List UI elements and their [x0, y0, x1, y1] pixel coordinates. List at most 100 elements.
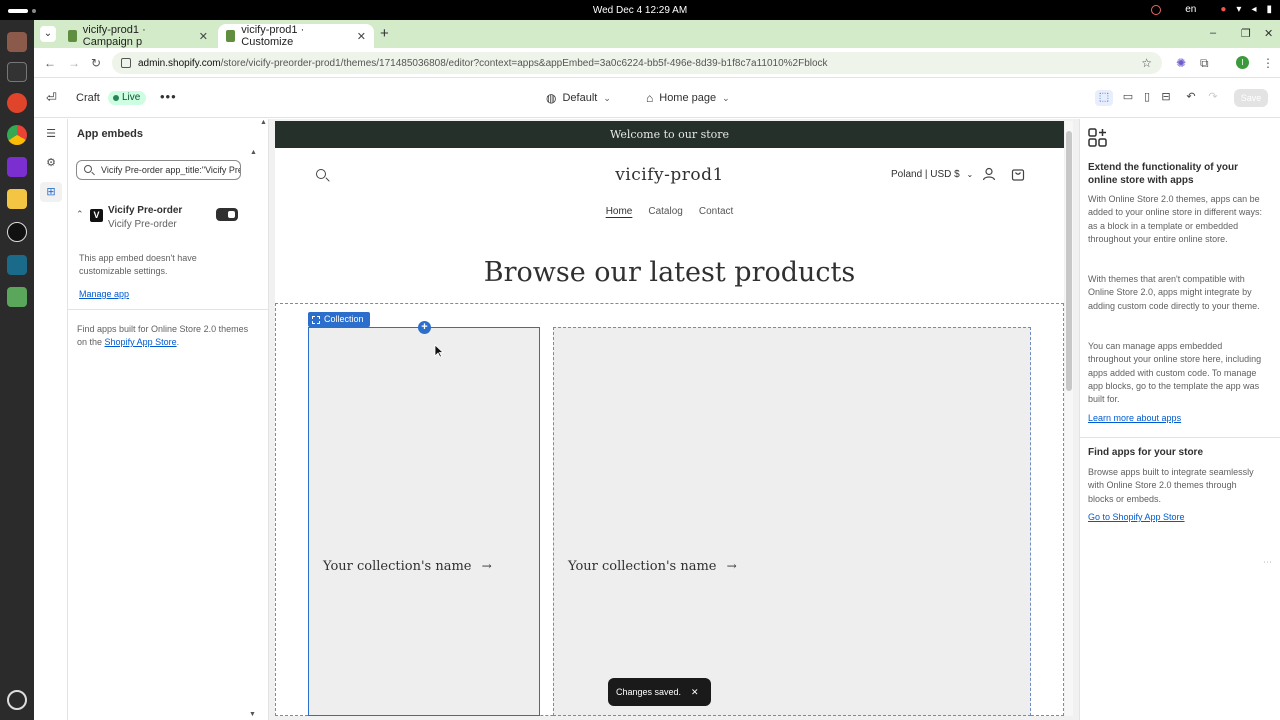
app-embeds-info-panel: Extend the functionality of your online …	[1079, 119, 1280, 720]
postman-app-icon[interactable]	[7, 93, 27, 113]
app-embeds-icon[interactable]: ⊞	[40, 182, 62, 202]
restore-window-icon[interactable]: ❐	[1241, 27, 1251, 40]
scroll-down-arrow-icon[interactable]: ▼	[249, 711, 256, 718]
close-toast-icon[interactable]: ✕	[691, 678, 699, 706]
nav-home[interactable]: Home	[606, 206, 633, 217]
tab-search-chevron-icon[interactable]: ⌄	[40, 26, 56, 42]
chrome-app-icon[interactable]	[7, 125, 27, 145]
list-scroll-up-icon[interactable]: ▲	[250, 149, 257, 156]
store-preview[interactable]: Welcome to our store vicify-prod1 Poland…	[275, 121, 1064, 716]
browser-tab-customize[interactable]: vicify-prod1 · Customize ✕	[218, 24, 374, 48]
arrow-right-icon: →	[481, 559, 492, 573]
url-host: admin.shopify.com	[138, 57, 221, 69]
browser-menu-icon[interactable]: ⋮	[1262, 56, 1274, 70]
divider	[1080, 437, 1280, 438]
sections-icon[interactable]: ☰	[40, 124, 62, 144]
undo-icon[interactable]: ↶	[1182, 90, 1200, 106]
app-embed-search-input[interactable]: Vicify Pre-order app_title:"Vicify Pre-o…	[76, 160, 241, 180]
ubuntu-dock	[0, 20, 34, 720]
info-paragraph: You can manage apps embedded throughout …	[1088, 341, 1262, 405]
learn-more-apps-link[interactable]: Learn more about apps	[1088, 413, 1181, 423]
theme-settings-gear-icon[interactable]: ⚙	[40, 153, 62, 173]
new-tab-plus-icon[interactable]: +	[380, 25, 389, 42]
bookmark-star-icon[interactable]: ☆	[1141, 56, 1152, 70]
extension-icon[interactable]: ✺	[1176, 56, 1186, 70]
language-indicator[interactable]: en	[1185, 4, 1196, 15]
preset-selector[interactable]: ◍ Default ⌄	[546, 91, 611, 105]
mobile-preview-icon[interactable]: ▯	[1138, 90, 1156, 106]
close-window-icon[interactable]: ✕	[1264, 27, 1273, 40]
info-paragraph: With Online Store 2.0 themes, apps can b…	[1088, 194, 1262, 244]
collection-block-tag[interactable]: Collection	[308, 312, 370, 327]
close-tab-icon[interactable]: ✕	[199, 30, 208, 43]
text-editor-app-icon[interactable]	[7, 189, 27, 209]
system-tray[interactable]: en ● ▾ ◂ ▮	[1151, 4, 1272, 15]
changes-saved-toast: Changes saved. ✕	[608, 678, 711, 706]
nav-contact[interactable]: Contact	[699, 206, 733, 217]
vicify-logo-icon: V	[90, 209, 103, 222]
search-icon	[84, 165, 92, 173]
desktop-preview-icon[interactable]: ▭	[1119, 90, 1137, 106]
app-embed-subtitle: Vicify Pre-order	[108, 219, 177, 230]
app-embed-name: Vicify Pre-order	[108, 205, 183, 216]
account-icon[interactable]	[982, 167, 996, 181]
minimize-window-icon[interactable]: –	[1210, 27, 1216, 39]
find-apps-end: .	[176, 337, 180, 347]
page-selector[interactable]: ⌂ Home page ⌄	[646, 91, 730, 105]
extensions-puzzle-icon[interactable]: ⧉	[1200, 56, 1209, 71]
manage-app-link[interactable]: Manage app	[79, 289, 129, 299]
fullscreen-icon[interactable]: ⊟	[1157, 90, 1175, 106]
go-to-app-store-link[interactable]: Go to Shopify App Store	[1088, 512, 1185, 522]
panel-title: App embeds	[77, 128, 144, 140]
announcement-bar[interactable]: Welcome to our store	[275, 121, 1064, 148]
trash-app-icon[interactable]	[7, 287, 27, 307]
shopify-favicon-icon	[68, 30, 77, 42]
system-clock[interactable]: Wed Dec 4 12:29 AM	[0, 5, 1280, 16]
reload-icon[interactable]: ↻	[91, 56, 101, 70]
profile-avatar[interactable]: I	[1236, 56, 1249, 69]
battery-icon: ▮	[1266, 4, 1272, 15]
cart-icon[interactable]	[1011, 167, 1025, 181]
app-embed-item[interactable]: ⌃ V Vicify Pre-order Vicify Pre-order	[76, 204, 256, 234]
wifi-icon: ▾	[1236, 4, 1242, 15]
phpstorm-app-icon[interactable]	[7, 157, 27, 177]
add-block-plus-icon[interactable]: +	[418, 321, 431, 334]
site-info-icon[interactable]	[121, 58, 131, 68]
collection-name: Your collection's name →	[568, 559, 737, 574]
collection-card[interactable]: Your collection's name →	[553, 327, 1031, 716]
browser-tab-bar: ⌄ vicify-prod1 · Campaign p ✕ vicify-pro…	[34, 20, 1280, 48]
inspector-icon[interactable]: ⬚	[1095, 90, 1113, 106]
save-button[interactable]: Save	[1234, 89, 1268, 107]
terminal-app-icon[interactable]	[7, 62, 27, 82]
url-path: /store/vicify-preorder-prod1/themes/1714…	[220, 57, 828, 69]
collection-list-heading[interactable]: Browse our latest products	[275, 257, 1064, 288]
country-selector[interactable]: Poland | USD $ ⌄	[891, 169, 973, 180]
screen-app-icon[interactable]	[7, 255, 27, 275]
app-indicator-icon[interactable]	[1151, 4, 1162, 15]
close-tab-icon[interactable]: ✕	[357, 30, 366, 43]
shopify-app-store-link[interactable]: Shopify App Store	[105, 337, 177, 347]
address-bar[interactable]: admin.shopify.com/store/vicify-preorder-…	[112, 52, 1162, 74]
scrollbar-thumb[interactable]	[1066, 131, 1072, 391]
exit-editor-icon[interactable]: ⏎	[46, 90, 57, 106]
show-apps-icon[interactable]	[7, 690, 27, 710]
collection-name: Your collection's name →	[323, 559, 492, 574]
nav-catalog[interactable]: Catalog	[648, 206, 682, 217]
arrow-right-icon: →	[726, 559, 737, 573]
chevron-up-icon[interactable]: ⌃	[76, 209, 84, 220]
redo-icon[interactable]: ↷	[1204, 90, 1222, 106]
chevron-down-icon: ⌄	[966, 170, 974, 179]
browser-tab-campaign[interactable]: vicify-prod1 · Campaign p ✕	[60, 24, 216, 48]
forward-arrow-icon[interactable]: →	[68, 56, 80, 70]
search-value: Vicify Pre-order app_title:"Vicify Pre-o…	[101, 165, 240, 175]
apps-grid-icon	[1088, 128, 1107, 147]
back-arrow-icon[interactable]: ←	[44, 56, 56, 70]
more-actions-icon[interactable]: •••	[160, 89, 177, 104]
side-panel-handle-icon[interactable]: ⋯	[1263, 557, 1272, 568]
app-embed-toggle[interactable]	[216, 208, 238, 221]
files-app-icon[interactable]	[7, 32, 27, 52]
collection-card[interactable]: Your collection's name →	[308, 327, 540, 716]
obs-app-icon[interactable]	[7, 222, 27, 242]
preview-scrollbar[interactable]	[1065, 121, 1073, 716]
scroll-up-arrow-icon[interactable]: ▲	[260, 119, 267, 126]
